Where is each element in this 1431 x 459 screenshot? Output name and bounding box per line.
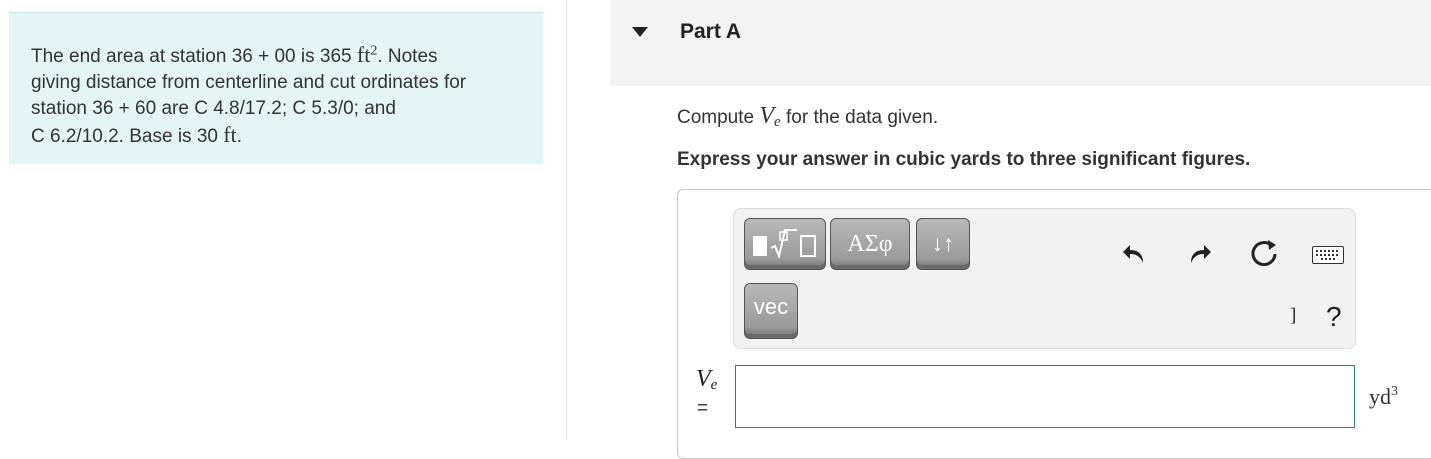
arrows-button[interactable]: ↓↑: [916, 218, 970, 270]
collapse-caret-icon[interactable]: [632, 27, 648, 37]
column-divider: [566, 0, 567, 439]
templates-button[interactable]: [744, 218, 826, 270]
answer-instruction: Express your answer in cubic yards to th…: [677, 149, 1251, 170]
bracket-icon[interactable]: ]: [1290, 305, 1296, 327]
reset-icon[interactable]: [1248, 237, 1280, 274]
keyboard-icon[interactable]: [1312, 246, 1344, 264]
equals-sign: =: [697, 398, 709, 419]
answer-input[interactable]: [735, 365, 1355, 428]
problem-line4: C 6.2/10.2. Base is 30 ft.: [31, 122, 242, 148]
problem-statement: The end area at station 36 + 00 is 365 f…: [9, 12, 543, 164]
answer-unit: yd3: [1369, 384, 1398, 409]
prompt-variable: Ve: [759, 103, 781, 130]
part-header[interactable]: Part A: [610, 0, 1431, 86]
math-toolbar: ΑΣφ ↓↑ vec ] ?: [733, 208, 1356, 349]
problem-line1: The end area at station 36 + 00 is 365 f…: [31, 42, 438, 68]
templates-icon: [753, 229, 816, 260]
problem-line2: giving distance from centerline and cut …: [31, 72, 467, 94]
problem-line3: station 36 + 60 are C 4.8/17.2; C 5.3/0;…: [31, 98, 396, 120]
help-icon[interactable]: ?: [1326, 301, 1342, 333]
part-title: Part A: [680, 20, 742, 43]
redo-icon[interactable]: [1185, 239, 1213, 272]
vec-button[interactable]: vec: [744, 283, 798, 339]
undo-icon[interactable]: [1121, 239, 1149, 272]
greek-symbols-button[interactable]: ΑΣφ: [830, 218, 910, 270]
answer-variable-label: Ve: [696, 366, 718, 393]
question-prompt: Compute Ve for the data given.: [677, 103, 939, 130]
